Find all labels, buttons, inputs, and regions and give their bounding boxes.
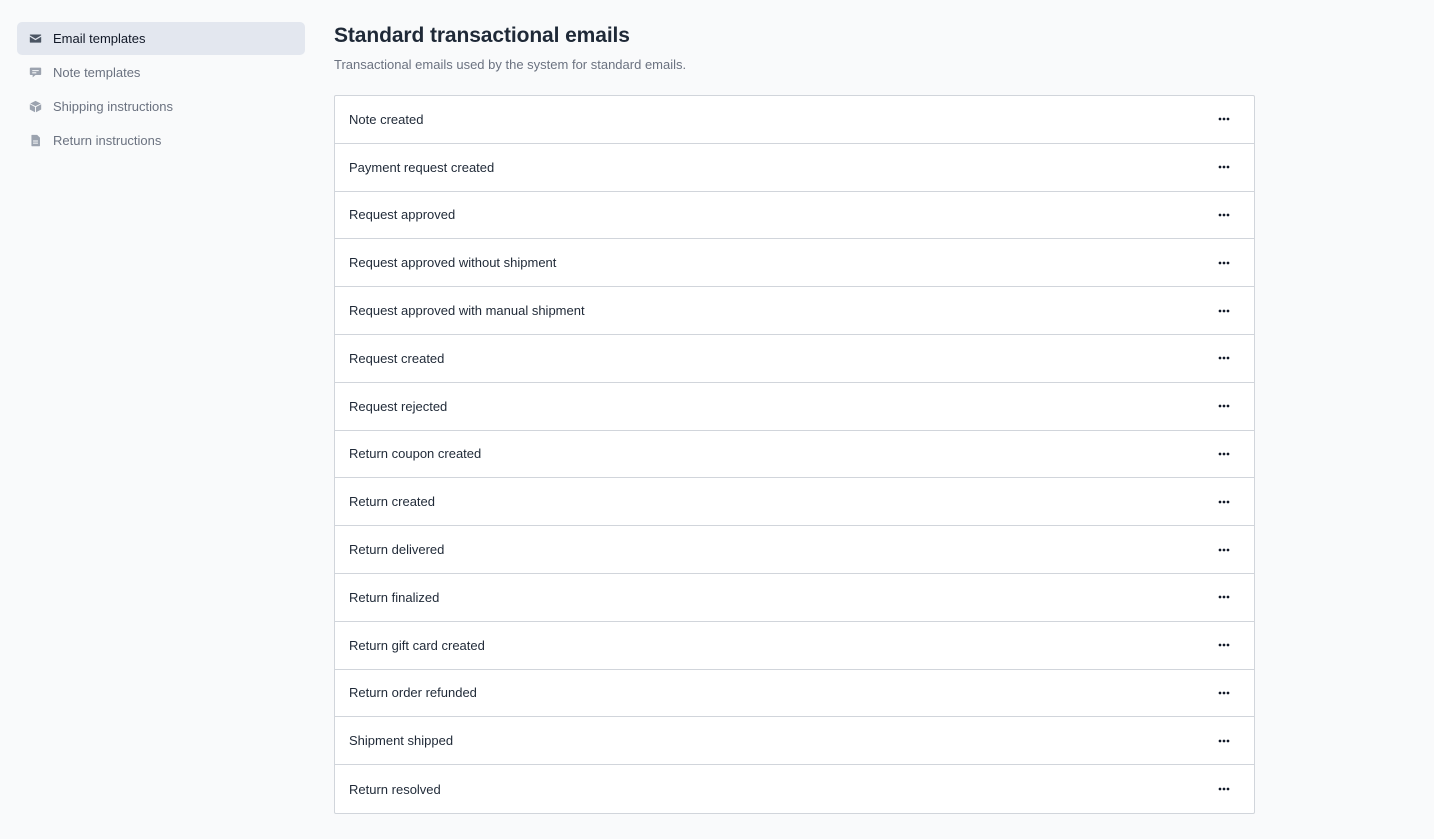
more-horizontal-icon: [1218, 213, 1230, 217]
row-actions-button[interactable]: [1214, 253, 1234, 273]
template-name: Return order refunded: [349, 685, 477, 701]
template-row[interactable]: Return finalized: [335, 574, 1254, 622]
sidebar-item-note-templates[interactable]: Note templates: [17, 56, 305, 89]
sidebar-item-label: Return instructions: [53, 133, 162, 148]
row-actions-button[interactable]: [1214, 444, 1234, 464]
sidebar-item-email-templates[interactable]: Email templates: [17, 22, 305, 55]
sidebar-item-return-instructions[interactable]: Return instructions: [17, 124, 305, 157]
template-name: Payment request created: [349, 159, 495, 175]
row-actions-button[interactable]: [1214, 540, 1234, 560]
row-actions-button[interactable]: [1214, 109, 1234, 129]
sidebar-item-shipping-instructions[interactable]: Shipping instructions: [17, 90, 305, 123]
row-actions-button[interactable]: [1214, 779, 1234, 799]
app-root: Email templates Note templates Shipping …: [0, 0, 1434, 839]
row-actions-button[interactable]: [1214, 396, 1234, 416]
more-horizontal-icon: [1218, 500, 1230, 504]
row-actions-button[interactable]: [1214, 301, 1234, 321]
more-horizontal-icon: [1218, 548, 1230, 551]
template-name: Return finalized: [349, 589, 440, 605]
document-icon: [28, 134, 42, 148]
template-row[interactable]: Request created: [335, 335, 1254, 383]
cube-icon: [28, 100, 42, 114]
template-row[interactable]: Payment request created: [335, 144, 1254, 192]
more-horizontal-icon: [1218, 452, 1230, 456]
main-content: Standard transactional emails Transactio…: [334, 22, 1255, 814]
more-horizontal-icon: [1218, 357, 1230, 360]
settings-sidebar: Email templates Note templates Shipping …: [17, 22, 305, 158]
more-horizontal-icon: [1218, 261, 1230, 265]
template-name: Return gift card created: [349, 637, 485, 653]
template-row[interactable]: Return resolved: [335, 765, 1254, 813]
template-list: Note created Payment request created Reque…: [334, 95, 1255, 814]
template-name: Request rejected: [349, 398, 448, 414]
more-horizontal-icon: [1218, 787, 1230, 791]
row-actions-button[interactable]: [1214, 635, 1234, 655]
template-row[interactable]: Return coupon created: [335, 431, 1254, 479]
template-row[interactable]: Request approved: [335, 192, 1254, 240]
sidebar-item-label: Shipping instructions: [53, 99, 173, 114]
template-row[interactable]: Return delivered: [335, 526, 1254, 574]
row-actions-button[interactable]: [1214, 731, 1234, 751]
template-name: Return created: [349, 494, 435, 510]
more-horizontal-icon: [1218, 643, 1230, 647]
template-row[interactable]: Request approved without shipment: [335, 239, 1254, 288]
template-name: Note created: [349, 111, 424, 127]
row-actions-button[interactable]: [1214, 683, 1234, 703]
row-actions-button[interactable]: [1214, 205, 1234, 225]
template-name: Shipment shipped: [349, 733, 454, 749]
template-row[interactable]: Request approved with manual shipment: [335, 287, 1254, 335]
more-horizontal-icon: [1218, 118, 1230, 121]
page-subtitle: Transactional emails used by the system …: [334, 57, 687, 72]
template-name: Return delivered: [349, 542, 445, 558]
more-horizontal-icon: [1218, 596, 1230, 599]
template-row[interactable]: Shipment shipped: [335, 717, 1254, 766]
more-horizontal-icon: [1218, 739, 1230, 743]
more-horizontal-icon: [1218, 309, 1230, 312]
row-actions-button[interactable]: [1214, 492, 1234, 512]
template-name: Request approved without shipment: [349, 255, 557, 271]
template-name: Request approved: [349, 207, 456, 223]
more-horizontal-icon: [1218, 691, 1230, 695]
row-actions-button[interactable]: [1214, 587, 1234, 607]
template-name: Return coupon created: [349, 446, 482, 462]
more-horizontal-icon: [1218, 165, 1230, 169]
template-row[interactable]: Return gift card created: [335, 622, 1254, 670]
row-actions-button[interactable]: [1214, 348, 1234, 368]
sidebar-item-label: Email templates: [53, 31, 146, 46]
chat-bubble-icon: [28, 66, 42, 80]
row-actions-button[interactable]: [1214, 157, 1234, 177]
sidebar-item-label: Note templates: [53, 65, 141, 80]
template-name: Return resolved: [349, 781, 441, 797]
page-title: Standard transactional emails: [334, 24, 630, 47]
template-row[interactable]: Request rejected: [335, 383, 1254, 431]
more-horizontal-icon: [1218, 404, 1230, 408]
template-row[interactable]: Note created: [335, 96, 1254, 144]
template-row[interactable]: Return created: [335, 478, 1254, 527]
envelope-icon: [28, 32, 42, 46]
template-row[interactable]: Return order refunded: [335, 670, 1254, 718]
template-name: Request approved with manual shipment: [349, 303, 585, 319]
template-name: Request created: [349, 350, 445, 366]
